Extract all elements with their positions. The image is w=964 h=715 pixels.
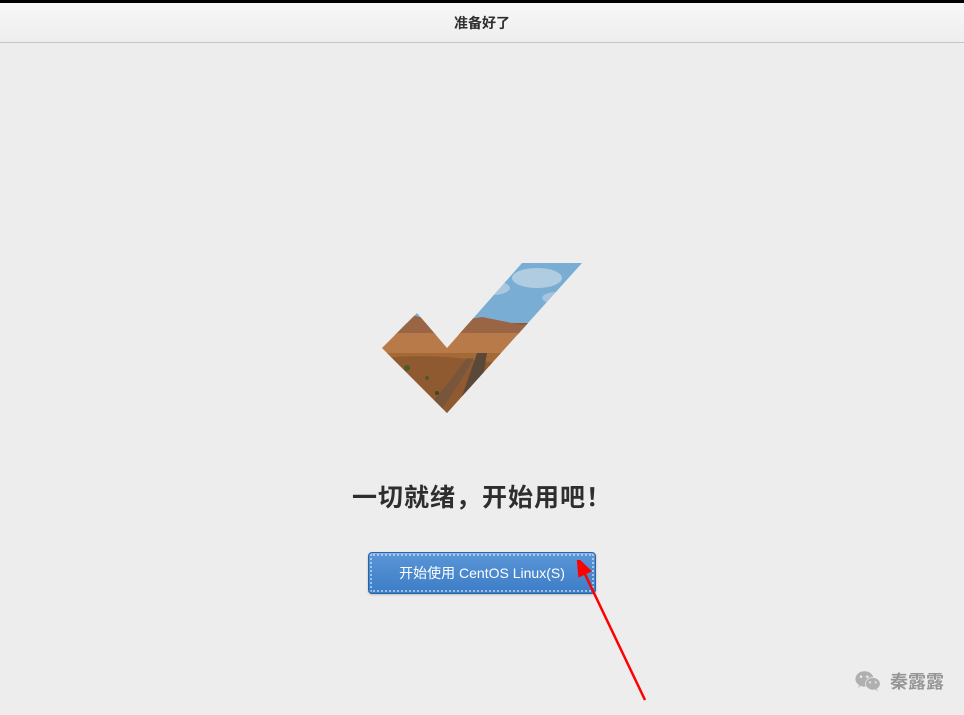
watermark: 秦露露 bbox=[854, 667, 944, 695]
wechat-icon bbox=[854, 667, 882, 695]
watermark-text: 秦露露 bbox=[890, 668, 944, 694]
ready-headline: 一切就绪，开始用吧！ bbox=[352, 478, 612, 514]
start-using-button[interactable]: 开始使用 CentOS Linux(S) bbox=[368, 552, 596, 594]
checkmark-image bbox=[382, 253, 582, 423]
window-title: 准备好了 bbox=[454, 13, 510, 33]
window-header: 准备好了 bbox=[0, 3, 964, 43]
checkmark-landscape-icon bbox=[382, 253, 582, 423]
main-content-area: 一切就绪，开始用吧！ 开始使用 CentOS Linux(S) bbox=[0, 43, 964, 715]
